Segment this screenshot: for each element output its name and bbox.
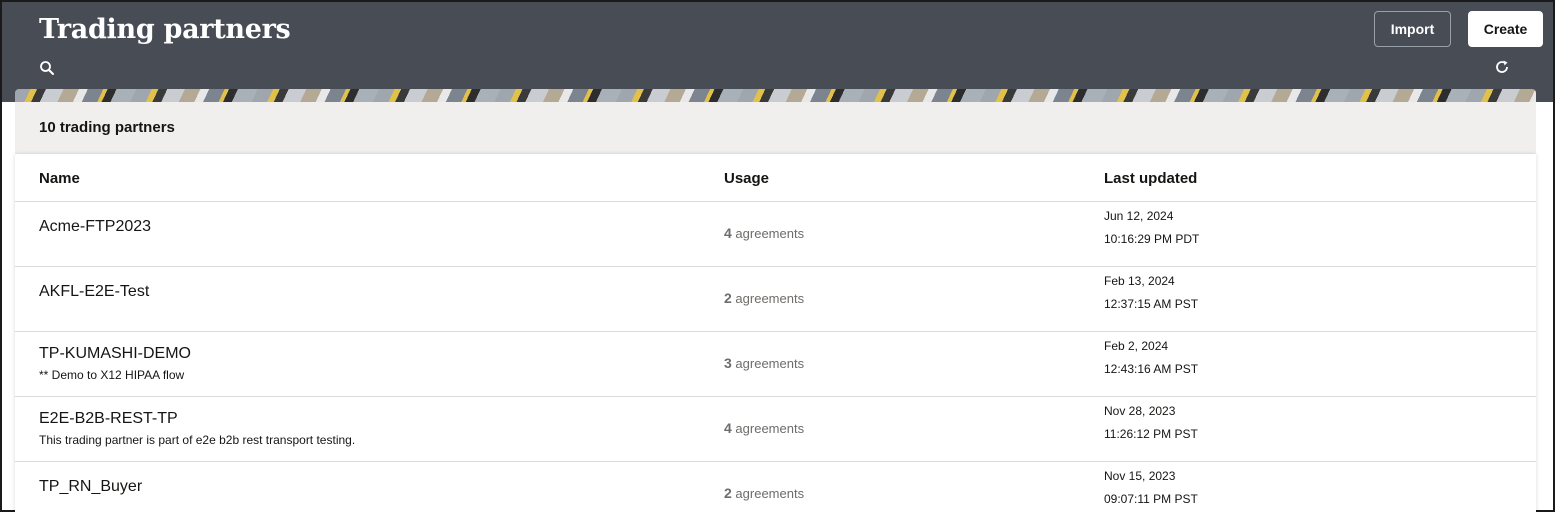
partner-name[interactable]: TP_RN_Buyer bbox=[39, 478, 142, 496]
usage-count: 3 bbox=[724, 355, 732, 371]
column-header-name[interactable]: Name bbox=[39, 170, 80, 187]
usage-unit: agreements bbox=[735, 226, 805, 241]
usage-cell: 2 agreements bbox=[724, 485, 804, 501]
usage-unit: agreements bbox=[735, 291, 805, 306]
decorative-banner bbox=[15, 89, 1536, 102]
page-title: Trading partners bbox=[39, 14, 291, 45]
usage-count: 4 bbox=[724, 225, 732, 241]
results-summary: 10 trading partners bbox=[15, 102, 1536, 154]
usage-cell: 2 agreements bbox=[724, 290, 804, 306]
updated-time: 12:43:16 AM PST bbox=[1104, 362, 1199, 376]
usage-cell: 4 agreements bbox=[724, 420, 804, 436]
updated-time: 11:26:12 PM PST bbox=[1104, 427, 1198, 441]
updated-date: Nov 28, 2023 bbox=[1104, 404, 1176, 418]
table-row[interactable]: TP-KUMASHI-DEMO ** Demo to X12 HIPAA flo… bbox=[15, 332, 1536, 397]
page-header: Trading partners Import Create bbox=[2, 2, 1553, 102]
updated-time: 12:37:15 AM PST bbox=[1104, 297, 1199, 311]
usage-unit: agreements bbox=[735, 356, 805, 371]
usage-cell: 3 agreements bbox=[724, 355, 804, 371]
partner-name[interactable]: TP-KUMASHI-DEMO bbox=[39, 345, 191, 363]
updated-time: 09:07:11 PM PST bbox=[1104, 492, 1198, 506]
updated-date: Feb 13, 2024 bbox=[1104, 274, 1175, 288]
updated-date: Feb 2, 2024 bbox=[1104, 339, 1169, 353]
table-row[interactable]: TP_RN_Buyer 2 agreements Nov 15, 2023 09… bbox=[15, 462, 1536, 512]
partner-description: ** Demo to X12 HIPAA flow bbox=[39, 368, 185, 382]
refresh-icon[interactable] bbox=[1494, 59, 1510, 75]
column-header-usage[interactable]: Usage bbox=[724, 170, 769, 187]
table-row[interactable]: AKFL-E2E-Test 2 agreements Feb 13, 2024 … bbox=[15, 267, 1536, 332]
table-row[interactable]: Acme-FTP2023 4 agreements Jun 12, 2024 1… bbox=[15, 202, 1536, 267]
create-button[interactable]: Create bbox=[1468, 11, 1543, 47]
usage-unit: agreements bbox=[735, 421, 805, 436]
results-count: 10 trading partners bbox=[39, 119, 175, 136]
search-icon[interactable] bbox=[39, 60, 55, 76]
column-header-last-updated[interactable]: Last updated bbox=[1104, 170, 1197, 187]
usage-unit: agreements bbox=[735, 486, 805, 501]
import-button[interactable]: Import bbox=[1374, 11, 1451, 47]
trading-partners-table: Name Usage Last updated Acme-FTP2023 4 a… bbox=[15, 154, 1536, 512]
usage-count: 2 bbox=[724, 290, 732, 306]
usage-count: 2 bbox=[724, 485, 732, 501]
updated-time: 10:16:29 PM PDT bbox=[1104, 232, 1200, 246]
table-row[interactable]: E2E-B2B-REST-TP This trading partner is … bbox=[15, 397, 1536, 462]
usage-cell: 4 agreements bbox=[724, 225, 804, 241]
partner-description: This trading partner is part of e2e b2b … bbox=[39, 433, 356, 447]
usage-count: 4 bbox=[724, 420, 732, 436]
partner-name[interactable]: E2E-B2B-REST-TP bbox=[39, 410, 178, 428]
partner-name[interactable]: AKFL-E2E-Test bbox=[39, 283, 149, 301]
updated-date: Nov 15, 2023 bbox=[1104, 469, 1176, 483]
partner-name[interactable]: Acme-FTP2023 bbox=[39, 218, 151, 236]
updated-date: Jun 12, 2024 bbox=[1104, 209, 1174, 223]
